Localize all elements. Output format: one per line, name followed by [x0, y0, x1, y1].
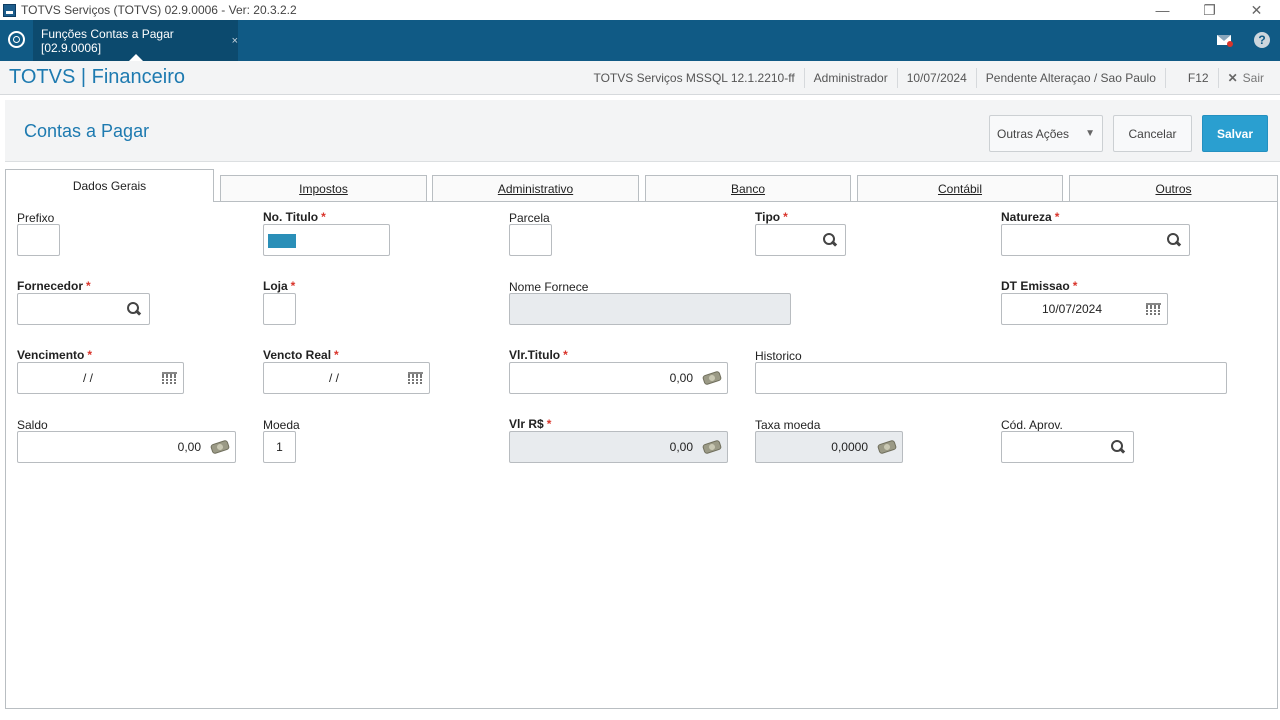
tab-dados-gerais[interactable]: Dados Gerais [5, 169, 214, 202]
money-icon [701, 439, 723, 455]
home-icon[interactable] [8, 31, 25, 48]
window-controls: — ❐ ✕ [1139, 0, 1280, 20]
header-info: TOTVS Serviços MSSQL 12.1.2210-ff Admini… [584, 61, 1280, 95]
money-icon[interactable] [701, 370, 723, 386]
minimize-button[interactable]: — [1139, 0, 1186, 20]
saldo-field[interactable]: 0,00 [17, 431, 236, 463]
other-actions-button[interactable]: Outras Ações ▼ [989, 115, 1103, 152]
taxa-moeda-field: 0,0000 [755, 431, 903, 463]
loja-label: Loja * [263, 279, 296, 293]
vencto-real-field[interactable]: / / [263, 362, 430, 394]
other-actions-label: Outras Ações [997, 126, 1070, 141]
environment-label: TOTVS Serviços MSSQL 12.1.2210-ff [593, 71, 795, 85]
app-icon [3, 3, 16, 17]
calendar-icon[interactable] [1146, 303, 1161, 316]
tab-banco[interactable]: Banco [645, 175, 851, 202]
no-titulo-field[interactable] [263, 224, 390, 256]
historico-field[interactable] [755, 362, 1227, 394]
money-icon[interactable] [209, 439, 231, 455]
save-button[interactable]: Salvar [1202, 115, 1268, 152]
f12-button[interactable]: F12 [1164, 68, 1218, 88]
moeda-label: Moeda [263, 418, 300, 432]
vlr-rs-field: 0,00 [509, 431, 728, 463]
vlr-rs-label: Vlr R$ * [509, 417, 552, 431]
search-icon[interactable] [127, 302, 141, 316]
close-tab-icon[interactable]: × [232, 35, 238, 47]
exit-button[interactable]: ✕ Sair [1217, 68, 1280, 88]
page: Contas a Pagar Outras Ações ▼ Cancelar S… [5, 100, 1280, 720]
mail-icon[interactable] [1217, 35, 1233, 47]
dt-emissao-value: 10/07/2024 [1041, 302, 1103, 316]
page-title: Contas a Pagar [24, 121, 150, 141]
vencto-real-label: Vencto Real * [263, 348, 339, 362]
tab-administrativo[interactable]: Administrativo [432, 175, 639, 202]
text-cursor-selection [268, 234, 296, 248]
page-header: Contas a Pagar Outras Ações ▼ Cancelar S… [5, 100, 1280, 162]
window-titlebar: TOTVS Serviços (TOTVS) 02.9.0006 - Ver: … [0, 0, 1280, 20]
taxa-moeda-value: 0,0000 [831, 440, 868, 454]
vlr-titulo-value: 0,00 [669, 371, 693, 385]
natureza-field[interactable] [1001, 224, 1190, 256]
form-tabs: Dados Gerais Impostos Administrativo Ban… [5, 169, 1280, 202]
restore-button[interactable]: ❐ [1186, 0, 1233, 20]
active-tab-caret [129, 54, 143, 61]
chevron-down-icon: ▼ [1085, 128, 1095, 139]
search-icon[interactable] [1167, 233, 1181, 247]
tab-contabil[interactable]: Contábil [857, 175, 1063, 202]
help-icon[interactable]: ? [1254, 32, 1270, 48]
dt-emissao-label: DT Emissao * [1001, 279, 1078, 293]
vlr-titulo-label: Vlr.Titulo * [509, 348, 568, 362]
no-titulo-label: No. Titulo * [263, 210, 326, 224]
moeda-value: 1 [276, 440, 283, 454]
tab-label: Funções Contas a Pagar [02.9.0006] [41, 26, 174, 55]
prefixo-field[interactable] [17, 224, 60, 256]
exit-label: Sair [1242, 71, 1264, 85]
module-header: TOTVS | Financeiro TOTVS Serviços MSSQL … [0, 61, 1280, 95]
loja-field[interactable] [263, 293, 296, 325]
module-title: TOTVS | Financeiro [9, 66, 185, 88]
tab-funcoes-contas-a-pagar[interactable]: Funções Contas a Pagar [02.9.0006] × [33, 20, 238, 61]
close-window-button[interactable]: ✕ [1233, 0, 1280, 20]
vencto-real-value: / / [328, 371, 339, 385]
search-icon[interactable] [823, 233, 837, 247]
vlr-rs-value: 0,00 [669, 440, 693, 454]
vencimento-label: Vencimento * [17, 348, 93, 362]
calendar-icon[interactable] [408, 372, 423, 385]
window-title: TOTVS Serviços (TOTVS) 02.9.0006 - Ver: … [21, 3, 297, 17]
user-label: Administrador [803, 68, 897, 88]
historico-label: Historico [755, 349, 802, 363]
fornecedor-label: Fornecedor * [17, 279, 91, 293]
nome-fornece-field [509, 293, 791, 325]
app-tabstrip: Funções Contas a Pagar [02.9.0006] × ? [0, 20, 1280, 61]
vencimento-value: / / [82, 371, 93, 385]
tipo-field[interactable] [755, 224, 846, 256]
dt-emissao-field[interactable]: 10/07/2024 [1001, 293, 1168, 325]
nome-fornece-label: Nome Fornece [509, 280, 589, 294]
parcela-label: Parcela [509, 211, 550, 225]
calendar-icon[interactable] [162, 372, 177, 385]
tab-outros[interactable]: Outros [1069, 175, 1278, 202]
parcela-field[interactable] [509, 224, 552, 256]
natureza-label: Natureza * [1001, 210, 1060, 224]
date-label: 10/07/2024 [896, 68, 976, 88]
exit-icon: ✕ [1227, 71, 1238, 85]
cod-aprov-label: Cód. Aprov. [1001, 418, 1063, 432]
cancel-button[interactable]: Cancelar [1113, 115, 1192, 152]
money-icon [876, 439, 898, 455]
fornecedor-field[interactable] [17, 293, 150, 325]
moeda-field[interactable]: 1 [263, 431, 296, 463]
cod-aprov-field[interactable] [1001, 431, 1134, 463]
search-icon[interactable] [1111, 440, 1125, 454]
form-area: Prefixo No. Titulo * Parcela Tipo * Nature… [5, 201, 1278, 709]
vlr-titulo-field[interactable]: 0,00 [509, 362, 728, 394]
saldo-value: 0,00 [177, 440, 201, 454]
branch-label[interactable]: Pendente Alteraçao / Sao Paulo [975, 68, 1165, 88]
vencimento-field[interactable]: / / [17, 362, 184, 394]
tab-impostos[interactable]: Impostos [220, 175, 427, 202]
taxa-moeda-label: Taxa moeda [755, 418, 821, 432]
prefixo-label: Prefixo [17, 211, 55, 225]
saldo-label: Saldo [17, 418, 48, 432]
tipo-label: Tipo * [755, 210, 788, 224]
